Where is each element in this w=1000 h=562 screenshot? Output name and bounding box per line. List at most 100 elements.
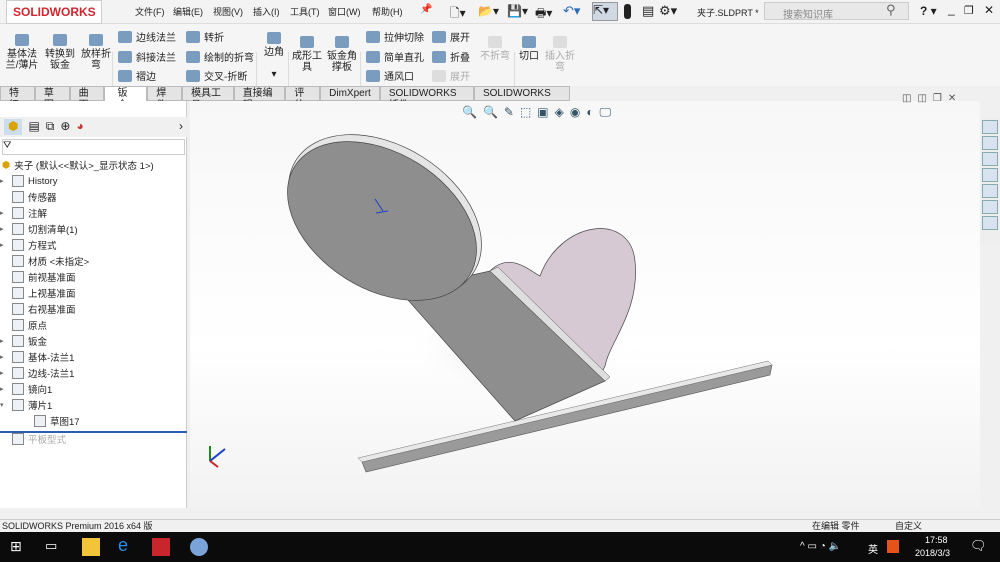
tab-features[interactable]: 特征 — [0, 86, 35, 111]
file-explorer-icon[interactable] — [982, 168, 998, 182]
menu-insert[interactable]: 插入(I) — [253, 5, 280, 18]
expand-arrow-icon[interactable]: ▸ — [0, 225, 8, 233]
select-icon[interactable]: ⇱▾ — [592, 2, 618, 21]
corner-button[interactable]: 边角 ▾ — [260, 32, 288, 80]
edge-icon[interactable]: e — [118, 535, 136, 555]
tree-item[interactable]: 上视基准面 — [0, 285, 76, 301]
tree-root[interactable]: ⬢ 夹子 (默认<<默认>_显示状态 1>) — [2, 157, 154, 173]
save-icon[interactable]: 💾▾ — [507, 4, 528, 18]
tree-item[interactable]: ▸ 钣金 — [0, 333, 47, 349]
search-icon[interactable]: ⚲ — [886, 2, 896, 18]
feature-tree-tab-icon[interactable]: ⬢ — [4, 119, 23, 135]
close-button[interactable]: ✕ — [984, 3, 994, 17]
convert-to-sheetmetal-button[interactable]: 转换到钣金 — [44, 34, 76, 71]
view-palette-icon[interactable] — [982, 184, 998, 198]
restore-button[interactable]: ❐ — [964, 4, 974, 17]
tree-item[interactable]: ▸ 镜向1 — [0, 381, 52, 397]
design-library-icon[interactable] — [982, 152, 998, 166]
tree-item[interactable]: 前视基准面 — [0, 269, 76, 285]
vent-button[interactable]: 通风口 — [366, 68, 414, 83]
tab-evaluate[interactable]: 评估 — [285, 86, 321, 111]
rip-button[interactable]: 切口 — [516, 36, 542, 62]
tree-item[interactable]: 材质 <未指定> — [0, 253, 89, 269]
sketched-bend-button[interactable]: 绘制的折弯 — [186, 49, 254, 64]
fold-button[interactable]: 折叠 — [432, 49, 470, 64]
expand-arrow-icon[interactable]: ▸ — [0, 209, 8, 217]
tab-sheetmetal[interactable]: 钣金 — [104, 86, 148, 111]
sogou-icon[interactable] — [887, 540, 899, 553]
configuration-tab-icon[interactable]: ⧉ — [46, 119, 55, 135]
jog-button[interactable]: 转折 — [186, 29, 224, 44]
tree-item[interactable]: 右视基准面 — [0, 301, 76, 317]
undo-icon[interactable]: ↶▾ — [563, 3, 580, 19]
paint-icon[interactable] — [190, 538, 208, 556]
pin-icon[interactable]: 📌 — [420, 4, 432, 15]
edge-flange-button[interactable]: 边线法兰 — [118, 29, 176, 44]
tab-solidworks-addins[interactable]: SOLIDWORKS 插件 — [379, 86, 474, 111]
help-icon[interactable]: ? ▾ — [920, 4, 937, 18]
forming-tool-button[interactable]: 成形工具 — [290, 36, 324, 73]
rebuild-icon[interactable] — [624, 4, 631, 19]
tab-mold-tools[interactable]: 模具工具 — [182, 86, 234, 111]
menu-edit[interactable]: 编辑(E) — [173, 5, 203, 18]
filter-input[interactable]: ⛛ — [2, 139, 185, 155]
expand-arrow-icon[interactable]: ▾ — [0, 401, 8, 409]
graphics-area[interactable]: 🔍🔍✎⬚▣◈◉◐🖵 ◫◫❐✕ — [190, 93, 980, 508]
tab-solidworks-mbd[interactable]: SOLIDWORKS MBD — [473, 86, 570, 111]
menu-file[interactable]: 文件(F) — [135, 5, 165, 18]
unfold-button[interactable]: 展开 — [432, 29, 470, 44]
display-manager-tab-icon[interactable]: ◕ — [76, 119, 83, 135]
clock-date[interactable]: 2018/3/3 — [915, 548, 950, 558]
no-bends-button[interactable]: 不折弯 — [478, 36, 512, 62]
tree-item[interactable]: ▸ 基体-法兰1 — [0, 349, 74, 365]
tree-item[interactable]: 草图17 — [22, 413, 80, 429]
file-explorer-taskbar-icon[interactable] — [82, 538, 100, 556]
menu-view[interactable]: 视图(V) — [213, 5, 243, 18]
insert-bends-button[interactable]: 插入折弯 — [543, 36, 577, 73]
tree-item[interactable]: 传感器 — [0, 189, 57, 205]
resources-icon[interactable] — [982, 136, 998, 150]
tab-dimxpert[interactable]: DimXpert — [320, 86, 380, 101]
base-flange-button[interactable]: 基体法兰/薄片 — [5, 34, 39, 71]
tree-item[interactable]: ▾ 薄片1 — [0, 397, 52, 413]
clock-time[interactable]: 17:58 — [925, 535, 948, 545]
tree-item[interactable]: 平板型式 — [0, 431, 66, 447]
minimize-button[interactable]: _ — [948, 2, 955, 16]
solidworks-taskbar-icon[interactable] — [152, 538, 170, 556]
dimxpert-tab-icon[interactable]: ⊕ — [60, 119, 70, 135]
tab-surfaces[interactable]: 曲面 — [69, 86, 105, 111]
hem-button[interactable]: 褶边 — [118, 68, 156, 83]
notification-icon[interactable]: 🗨 — [970, 538, 987, 554]
gear-icon[interactable]: ⚙▾ — [659, 3, 677, 19]
tree-item[interactable]: ▸ 边线-法兰1 — [0, 365, 74, 381]
tree-item[interactable]: ▸ 方程式 — [0, 237, 57, 253]
expand-arrow-icon[interactable]: ▸ — [0, 241, 8, 249]
tree-item[interactable]: ▸ 注解 — [0, 205, 47, 221]
extruded-cut-button[interactable]: 拉伸切除 — [366, 29, 424, 44]
tree-item[interactable]: 原点 — [0, 317, 47, 333]
tree-item[interactable]: ▸ History — [0, 173, 58, 189]
appearances-icon[interactable] — [982, 200, 998, 214]
menu-window[interactable]: 窗口(W) — [328, 5, 361, 18]
property-manager-tab-icon[interactable]: ▤ — [28, 119, 39, 135]
cross-break-button[interactable]: 交叉-折断 — [186, 68, 247, 83]
new-icon[interactable]: 🗋▾ — [450, 4, 466, 25]
menu-help[interactable]: 帮助(H) — [372, 5, 403, 18]
tab-weldments[interactable]: 焊件 — [147, 86, 183, 111]
home-icon[interactable] — [982, 120, 998, 134]
task-view-icon[interactable]: ▭ — [45, 538, 63, 556]
gusset-button[interactable]: 钣金角撑板 — [326, 36, 358, 73]
miter-flange-button[interactable]: 斜接法兰 — [118, 49, 176, 64]
custom-properties-icon[interactable] — [982, 216, 998, 230]
ime-indicator[interactable]: 英 — [868, 541, 878, 556]
options-list-icon[interactable]: ▤ — [642, 3, 654, 19]
solidworks-logo[interactable]: SOLIDWORKS — [6, 0, 102, 24]
print-icon[interactable]: 🖶▾ — [535, 4, 552, 25]
tray-icons[interactable]: ^ ▭ ◔ 🔈 — [800, 541, 841, 552]
tree-item[interactable]: ▸ 切割清单(1) — [0, 221, 78, 237]
start-icon[interactable]: ⊞ — [10, 538, 28, 556]
lofted-bend-button[interactable]: 放样折弯 — [80, 34, 112, 71]
flatten-button[interactable]: 展开 — [432, 68, 470, 83]
menu-tools[interactable]: 工具(T) — [290, 5, 320, 18]
open-icon[interactable]: 📂▾ — [478, 4, 499, 18]
